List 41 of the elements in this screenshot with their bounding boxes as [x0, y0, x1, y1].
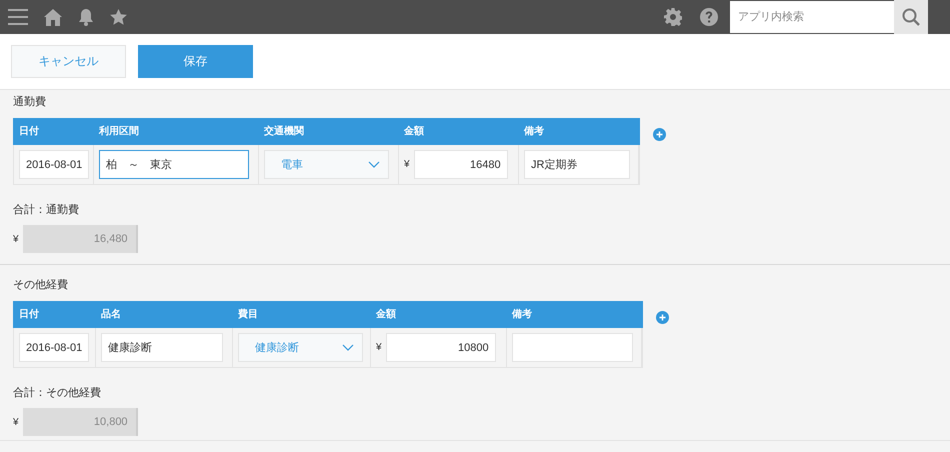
total-value: 16,480	[22, 225, 138, 253]
column-header: 費目	[237, 308, 259, 322]
section-title: 通勤費	[13, 94, 47, 110]
star-icon[interactable]	[110, 9, 127, 25]
total-value: 10,800	[22, 408, 138, 436]
currency-symbol: ¥	[404, 159, 410, 170]
section-title: その他経費	[13, 278, 69, 293]
add-row-icon[interactable]	[653, 128, 666, 141]
add-row-icon[interactable]	[656, 311, 669, 324]
currency-symbol: ¥	[376, 342, 382, 353]
column-header: 品名	[100, 308, 122, 322]
amount-field[interactable]: 16480	[414, 150, 508, 179]
currency-symbol: ¥	[13, 416, 19, 428]
column-header: 金額	[375, 308, 397, 322]
column-header: 利用区間	[98, 124, 140, 139]
help-icon[interactable]	[700, 8, 718, 26]
column-header: 備考	[522, 124, 545, 139]
settings-icon[interactable]	[664, 8, 682, 26]
text-field[interactable]: 健康診断	[101, 333, 223, 362]
search-field[interactable]: アプリ内検索	[730, 1, 894, 33]
column-header: 日付	[18, 124, 40, 139]
total-label: 合計：その他経費	[13, 386, 102, 400]
home-icon[interactable]	[44, 8, 62, 26]
amount-field[interactable]: 10800	[386, 333, 496, 362]
chevron-down-icon	[342, 344, 354, 352]
text-field[interactable]: 2016-08-01	[19, 333, 89, 362]
text-field[interactable]: JR定期券	[524, 150, 630, 179]
search-icon	[902, 8, 920, 26]
column-header: 金額	[403, 124, 425, 139]
search-button[interactable]	[894, 0, 928, 34]
text-field[interactable]: 2016-08-01	[19, 150, 89, 179]
column-header: 備考	[510, 308, 533, 322]
total-label: 合計：通勤費	[13, 203, 80, 217]
column-header: 交通機関	[263, 124, 305, 139]
text-field[interactable]: 柏 ～ 東京	[99, 150, 249, 179]
text-field[interactable]	[512, 333, 633, 362]
column-header: 日付	[18, 308, 40, 322]
chevron-down-icon	[368, 160, 380, 168]
bell-icon[interactable]	[78, 8, 94, 26]
menu-icon[interactable]	[8, 8, 28, 26]
currency-symbol: ¥	[13, 234, 19, 244]
